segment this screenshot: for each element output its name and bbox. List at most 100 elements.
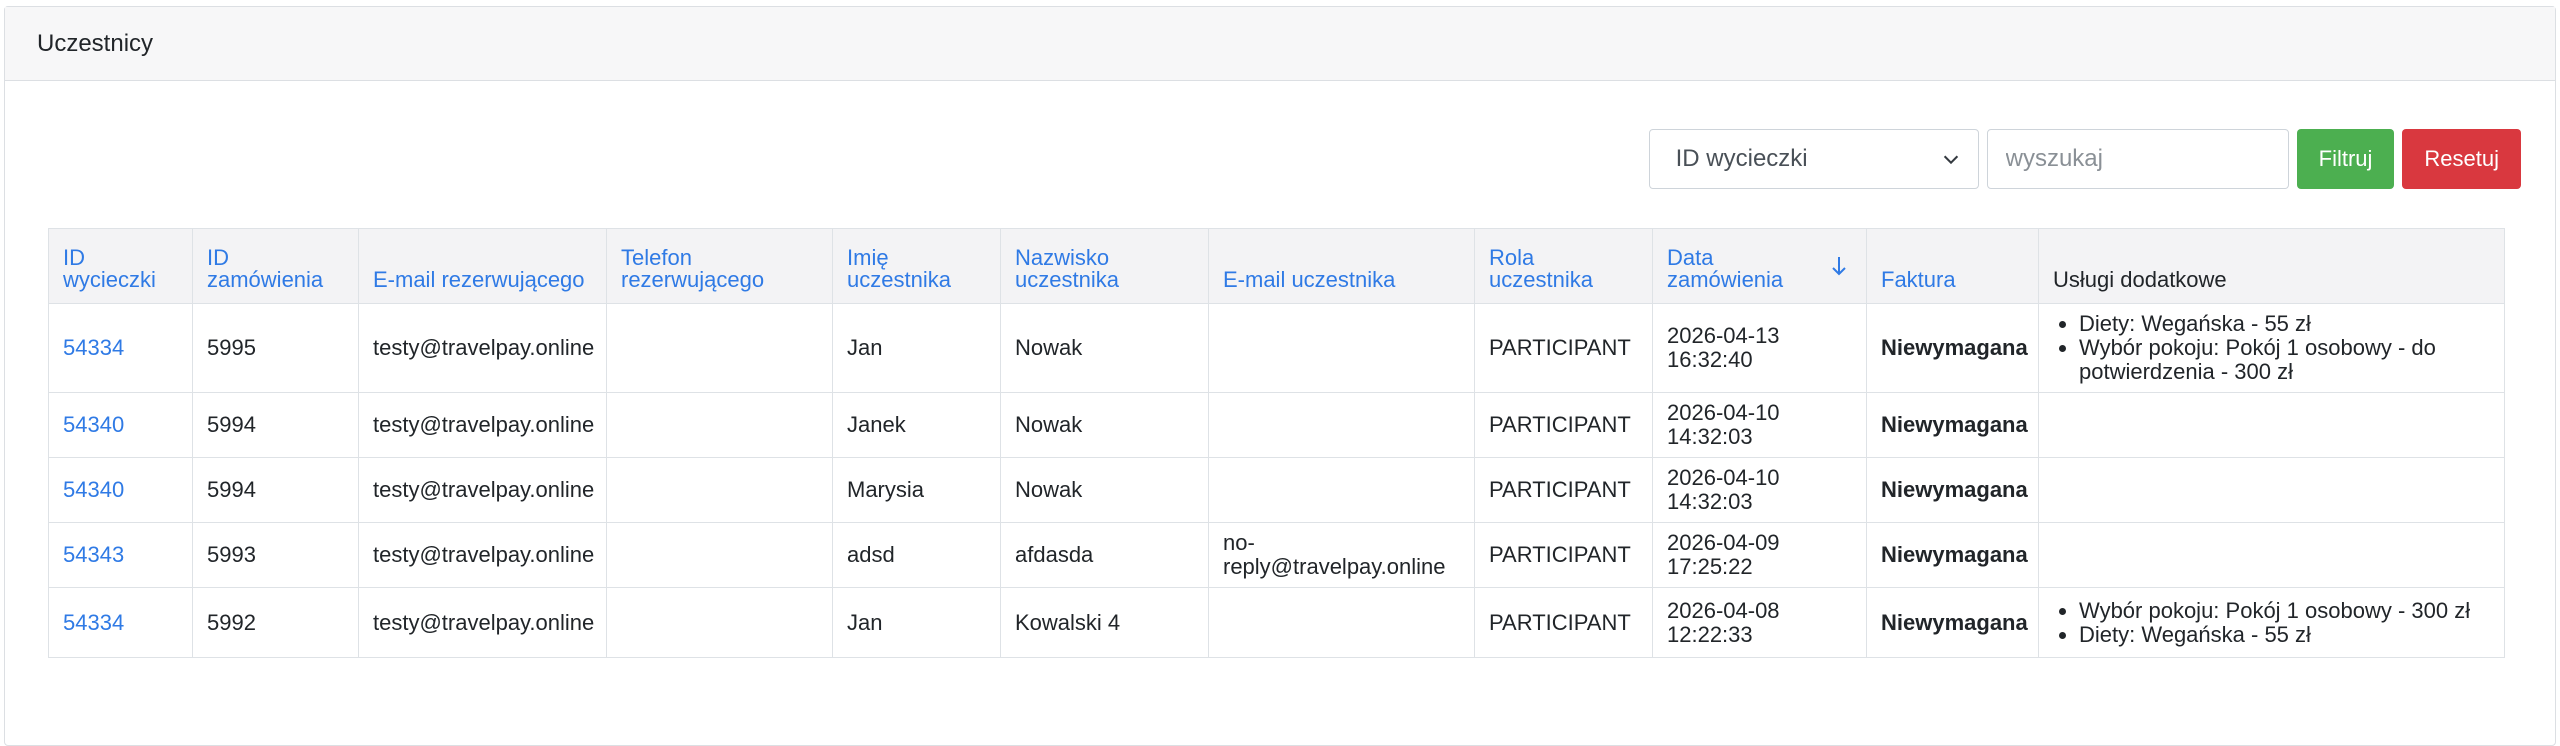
order-date: 2026-04-10: [1667, 400, 1780, 425]
order-time: 14:32:03: [1667, 489, 1753, 514]
order-time: 16:32:40: [1667, 347, 1753, 372]
cell-phone: [606, 303, 833, 393]
services-list: Wybór pokoju: Pokój 1 osobowy - 300 złDi…: [2053, 598, 2490, 647]
service-item: Wybór pokoju: Pokój 1 osobowy - do potwi…: [2079, 336, 2490, 384]
cell-first-name: Marysia: [832, 457, 1001, 523]
table-row[interactable]: 54340 5994 testy@travelpay.online Marysia No…: [48, 457, 2505, 523]
search-input[interactable]: [1986, 129, 2289, 189]
cell-participant-email: [1208, 457, 1475, 523]
cell-invoice: Niewymagana: [1866, 392, 2039, 458]
cell-role: PARTICIPANT: [1474, 392, 1653, 458]
cell-email: testy@travelpay.online: [358, 303, 607, 393]
cell-services: Wybór pokoju: Pokój 1 osobowy - 300 złDi…: [2038, 587, 2505, 658]
order-time: 17:25:22: [1667, 554, 1753, 579]
cell-participant-email: [1208, 303, 1475, 393]
cell-order-id: 5994: [192, 457, 359, 523]
cell-order-id: 5993: [192, 522, 359, 588]
cell-invoice: Niewymagana: [1866, 587, 2039, 658]
page-title: Uczestnicy: [37, 29, 154, 57]
column-header[interactable]: Faktura: [1866, 228, 2039, 304]
cell-invoice: Niewymagana: [1866, 457, 2039, 523]
column-header-line: Rola: [1489, 245, 1535, 270]
cell-order-id: 5995: [192, 303, 359, 393]
trip-id-link[interactable]: 54334: [63, 610, 124, 635]
cell-first-name: adsd: [832, 522, 1001, 588]
cell-order-id: 5994: [192, 392, 359, 458]
cell-first-name: Jan: [832, 587, 1001, 658]
order-date: 2026-04-09: [1667, 530, 1780, 555]
column-header[interactable]: Imię uczestnika: [832, 228, 1001, 304]
cell-role: PARTICIPANT: [1474, 522, 1653, 588]
cell-date: 2026-04-08 12:22:33: [1652, 587, 1867, 658]
cell-trip-id: 54334: [48, 587, 193, 658]
column-header[interactable]: ID wycieczki: [48, 228, 193, 304]
trip-id-link[interactable]: 54334: [63, 335, 124, 360]
cell-date: 2026-04-09 17:25:22: [1652, 522, 1867, 588]
arrow-down-icon[interactable]: [1830, 255, 1848, 277]
participants-table: ID wycieczki ID zamówienia E-mail rezerwując…: [48, 228, 2505, 658]
cell-role: PARTICIPANT: [1474, 303, 1653, 393]
cell-services: [2038, 522, 2505, 588]
cell-participant-email: [1208, 392, 1475, 458]
column-header[interactable]: Nazwisko uczestnika: [1000, 228, 1209, 304]
order-date: 2026-04-13: [1667, 323, 1780, 348]
column-header[interactable]: ID zamówienia: [192, 228, 359, 304]
cell-last-name: Kowalski 4: [1000, 587, 1209, 658]
cell-email: testy@travelpay.online: [358, 587, 607, 658]
cell-phone: [606, 457, 833, 523]
cell-phone: [606, 392, 833, 458]
cell-services: [2038, 457, 2505, 523]
column-header[interactable]: Rola uczestnika: [1474, 228, 1653, 304]
column-header[interactable]: E-mail rezerwującego: [358, 228, 607, 304]
cell-invoice: Niewymagana: [1866, 522, 2039, 588]
column-header-line: ID: [207, 245, 229, 270]
column-header-line: Usługi dodatkowe: [2053, 267, 2227, 292]
column-header-line: zamówienia: [207, 267, 324, 292]
table-row[interactable]: 54334 5992 testy@travelpay.online Jan Kowals…: [48, 587, 2505, 658]
cell-trip-id: 54334: [48, 303, 193, 393]
filter-field-select[interactable]: ID wycieczki: [1648, 129, 1979, 189]
column-header-line: E-mail uczestnika: [1223, 267, 1396, 292]
cell-trip-id: 54340: [48, 457, 193, 523]
table-header-row: ID wycieczki ID zamówienia E-mail rezerwując…: [48, 228, 2505, 304]
table-row[interactable]: 54340 5994 testy@travelpay.online Janek Nowa…: [48, 392, 2505, 458]
table-row[interactable]: 54343 5993 testy@travelpay.online adsd afdas…: [48, 522, 2505, 588]
trip-id-link[interactable]: 54343: [63, 542, 124, 567]
cell-date: 2026-04-10 14:32:03: [1652, 392, 1867, 458]
cell-last-name: Nowak: [1000, 457, 1209, 523]
service-item: Diety: Wegańska - 55 zł: [2079, 622, 2490, 647]
column-header-line: uczestnika: [1489, 267, 1593, 292]
cell-role: PARTICIPANT: [1474, 457, 1653, 523]
cell-first-name: Jan: [832, 303, 1001, 393]
order-time: 14:32:03: [1667, 424, 1753, 449]
cell-first-name: Janek: [832, 392, 1001, 458]
table-row[interactable]: 54334 5995 testy@travelpay.online Jan Nowak P…: [48, 303, 2505, 393]
card-header: Uczestnicy: [5, 7, 2555, 81]
order-date: 2026-04-10: [1667, 465, 1780, 490]
trip-id-link[interactable]: 54340: [63, 477, 124, 502]
filter-button[interactable]: Filtruj: [2296, 129, 2395, 189]
cell-last-name: afdasda: [1000, 522, 1209, 588]
column-header-line: uczestnika: [1015, 267, 1119, 292]
chevron-down-icon: [1943, 155, 1958, 165]
reset-button[interactable]: Resetuj: [2402, 129, 2521, 189]
column-header[interactable]: E-mail uczestnika: [1208, 228, 1475, 304]
cell-last-name: Nowak: [1000, 392, 1209, 458]
order-time: 12:22:33: [1667, 621, 1753, 647]
column-header-line: Faktura: [1881, 267, 1956, 292]
trip-id-link[interactable]: 54340: [63, 412, 124, 437]
cell-email: testy@travelpay.online: [358, 457, 607, 523]
cell-participant-email: [1208, 587, 1475, 658]
column-header-line: wycieczki: [63, 267, 156, 292]
cell-email: testy@travelpay.online: [358, 522, 607, 588]
column-header-line: Telefon: [621, 245, 692, 270]
cell-email: testy@travelpay.online: [358, 392, 607, 458]
column-header[interactable]: Data zamówienia: [1652, 228, 1867, 304]
column-header[interactable]: Usługi dodatkowe: [2038, 228, 2505, 304]
column-header[interactable]: Telefon rezerwującego: [606, 228, 833, 304]
cell-participant-email: no-reply@travelpay.online: [1208, 522, 1475, 588]
service-item: Wybór pokoju: Pokój 1 osobowy - 300 zł: [2079, 598, 2490, 623]
cell-trip-id: 54340: [48, 392, 193, 458]
cell-services: [2038, 392, 2505, 458]
cell-role: PARTICIPANT: [1474, 587, 1653, 658]
